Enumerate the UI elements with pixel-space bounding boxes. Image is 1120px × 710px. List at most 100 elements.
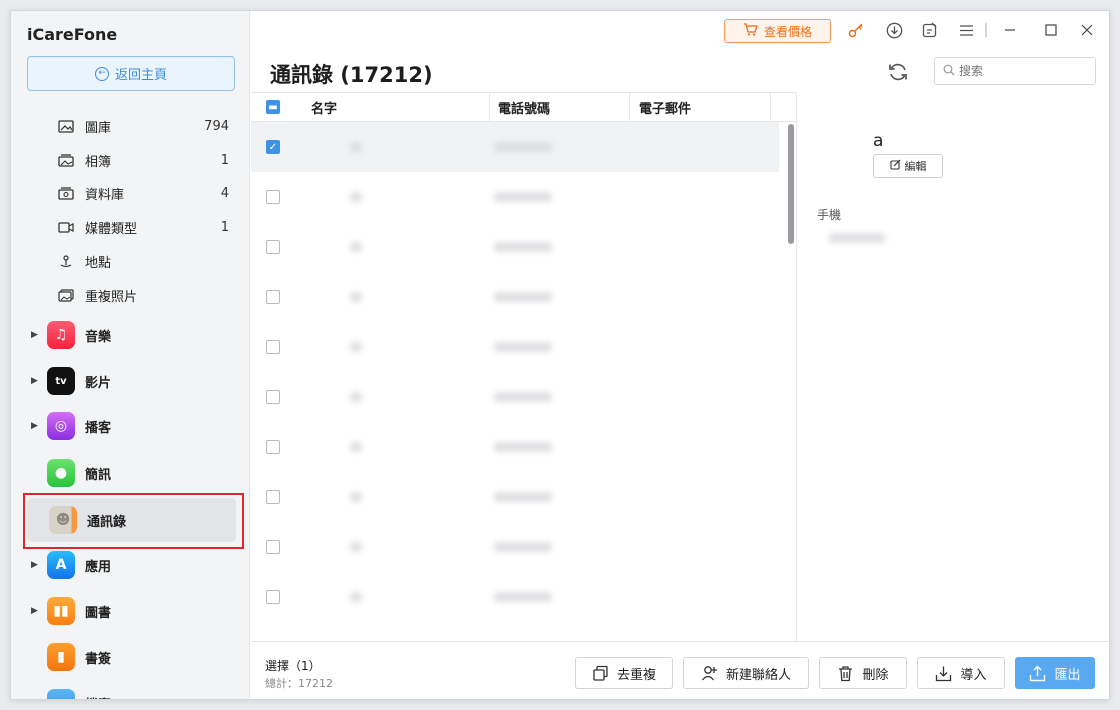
- table-row[interactable]: [251, 472, 779, 522]
- table-row[interactable]: ✓: [251, 122, 779, 172]
- name-blurred: [350, 192, 362, 202]
- expand-arrow-icon[interactable]: ▶: [25, 330, 47, 340]
- row-checkbox[interactable]: [266, 340, 280, 354]
- row-checkbox[interactable]: [266, 240, 280, 254]
- select-all-cell[interactable]: ▬: [251, 92, 295, 122]
- sidebar-item-label: 地點: [85, 255, 112, 271]
- column-email[interactable]: 電子郵件: [630, 92, 771, 122]
- contact-name: a: [873, 131, 884, 151]
- export-label: 匯出: [1054, 667, 1081, 683]
- table-row[interactable]: [251, 172, 779, 222]
- name-blurred: [350, 542, 362, 552]
- phone-blurred: [494, 542, 552, 552]
- name-blurred: [350, 342, 362, 352]
- app-window: iCareFone ← 返回主頁 圖庫 794 相簿 1 資料庫 4 媒體類型 …: [10, 10, 1110, 700]
- phone-blurred: [494, 192, 552, 202]
- edit-icon: [889, 159, 901, 173]
- row-checkbox[interactable]: [266, 490, 280, 504]
- expand-arrow-icon[interactable]: ▶: [25, 698, 47, 699]
- expand-arrow-icon[interactable]: ▶: [25, 376, 47, 386]
- sidebar-item-label: 圖庫: [85, 120, 112, 136]
- name-blurred: [350, 142, 362, 152]
- item-count: 1: [220, 152, 229, 168]
- row-checkbox[interactable]: [266, 390, 280, 404]
- sidebar-item-files[interactable]: ▶ 檔案: [25, 681, 237, 699]
- expand-arrow-icon[interactable]: ▶: [25, 421, 47, 431]
- main-panel: 查看價格 | 通訊錄 (17212) ▬ 名字 電話號碼 電子郵件 ✓: [251, 11, 1109, 699]
- expand-arrow-icon[interactable]: ▶: [25, 560, 47, 570]
- search-icon: [943, 64, 955, 79]
- edit-label: 編輯: [904, 160, 927, 173]
- sidebar-item-label: 相簿: [85, 154, 112, 170]
- refresh-icon[interactable]: [887, 61, 909, 83]
- sidebar-item-books[interactable]: ▶ ▮▮ 圖書: [25, 589, 237, 633]
- key-icon[interactable]: [847, 21, 865, 39]
- sidebar-item-messages[interactable]: ● 簡訊: [25, 451, 237, 495]
- table-row[interactable]: [251, 422, 779, 472]
- title-bar: 查看價格 |: [251, 11, 1109, 51]
- table-row[interactable]: [251, 572, 779, 622]
- sidebar-item-albums[interactable]: 相簿 1: [57, 148, 229, 172]
- sidebar-item-bookmarks[interactable]: ▮ 書簽: [25, 635, 237, 679]
- table-row[interactable]: [251, 322, 779, 372]
- import-button[interactable]: 導入: [917, 657, 1005, 689]
- table-row[interactable]: [251, 272, 779, 322]
- row-checkbox[interactable]: [266, 190, 280, 204]
- edit-button[interactable]: 編輯: [873, 154, 943, 178]
- duplicate-icon: [593, 665, 608, 681]
- sidebar-item-label: 應用: [85, 559, 112, 575]
- row-checkbox[interactable]: [266, 590, 280, 604]
- phone-blurred: [494, 392, 552, 402]
- row-checkbox[interactable]: [266, 440, 280, 454]
- download-icon[interactable]: [885, 21, 903, 39]
- database-icon: [57, 186, 75, 200]
- search-box[interactable]: [934, 57, 1096, 85]
- scrollbar[interactable]: [788, 124, 794, 244]
- video-camera-icon: [57, 220, 75, 234]
- divider: [796, 92, 797, 641]
- sidebar-item-apps[interactable]: ▶ A 應用: [25, 543, 237, 587]
- delete-button[interactable]: 刪除: [819, 657, 907, 689]
- maximize-icon[interactable]: [1042, 21, 1060, 39]
- column-phone[interactable]: 電話號碼: [490, 92, 630, 122]
- table-row[interactable]: [251, 222, 779, 272]
- app-title: iCareFone: [27, 25, 118, 44]
- sidebar-item-media-types[interactable]: 媒體類型 1: [57, 215, 229, 239]
- minimize-icon[interactable]: [1001, 21, 1019, 39]
- sidebar-item-duplicate-photos[interactable]: 重複照片: [57, 283, 229, 307]
- phone-blurred: [494, 242, 552, 252]
- sidebar-item-library[interactable]: 圖庫 794: [57, 114, 229, 138]
- expand-arrow-icon[interactable]: ▶: [25, 606, 47, 616]
- select-all-checkbox[interactable]: ▬: [266, 100, 280, 114]
- close-icon[interactable]: [1078, 21, 1096, 39]
- photo-icon: [57, 119, 75, 133]
- row-checkbox[interactable]: [266, 290, 280, 304]
- view-price-label: 查看價格: [763, 24, 812, 39]
- phone-blurred: [494, 492, 552, 502]
- new-contact-button[interactable]: 新建聯絡人: [683, 657, 809, 689]
- trash-icon: [839, 665, 853, 681]
- column-name[interactable]: 名字: [295, 92, 490, 122]
- sidebar-item-videos[interactable]: ▶ tv 影片: [25, 359, 237, 403]
- table-row[interactable]: [251, 372, 779, 422]
- phone-blurred: [494, 292, 552, 302]
- back-home-button[interactable]: ← 返回主頁: [27, 56, 235, 91]
- search-input[interactable]: [959, 64, 1079, 78]
- phone-blurred: [494, 342, 552, 352]
- sidebar-item-podcasts[interactable]: ▶ ◎ 播客: [25, 404, 237, 448]
- phone-blurred: [494, 442, 552, 452]
- sidebar-item-label: 資料庫: [85, 187, 125, 203]
- feedback-icon[interactable]: [921, 21, 939, 39]
- row-checkbox[interactable]: [266, 540, 280, 554]
- row-checkbox[interactable]: ✓: [266, 140, 280, 154]
- export-icon: [1030, 665, 1046, 681]
- music-app-icon: ♫: [47, 321, 75, 349]
- view-price-button[interactable]: 查看價格: [724, 19, 831, 43]
- export-button[interactable]: 匯出: [1015, 657, 1095, 689]
- table-row[interactable]: [251, 522, 779, 572]
- menu-icon[interactable]: [957, 21, 975, 39]
- sidebar-item-database[interactable]: 資料庫 4: [57, 181, 229, 205]
- sidebar-item-places[interactable]: 地點: [57, 249, 229, 273]
- sidebar-item-music[interactable]: ▶ ♫ 音樂: [25, 313, 237, 357]
- dedupe-button[interactable]: 去重複: [575, 657, 673, 689]
